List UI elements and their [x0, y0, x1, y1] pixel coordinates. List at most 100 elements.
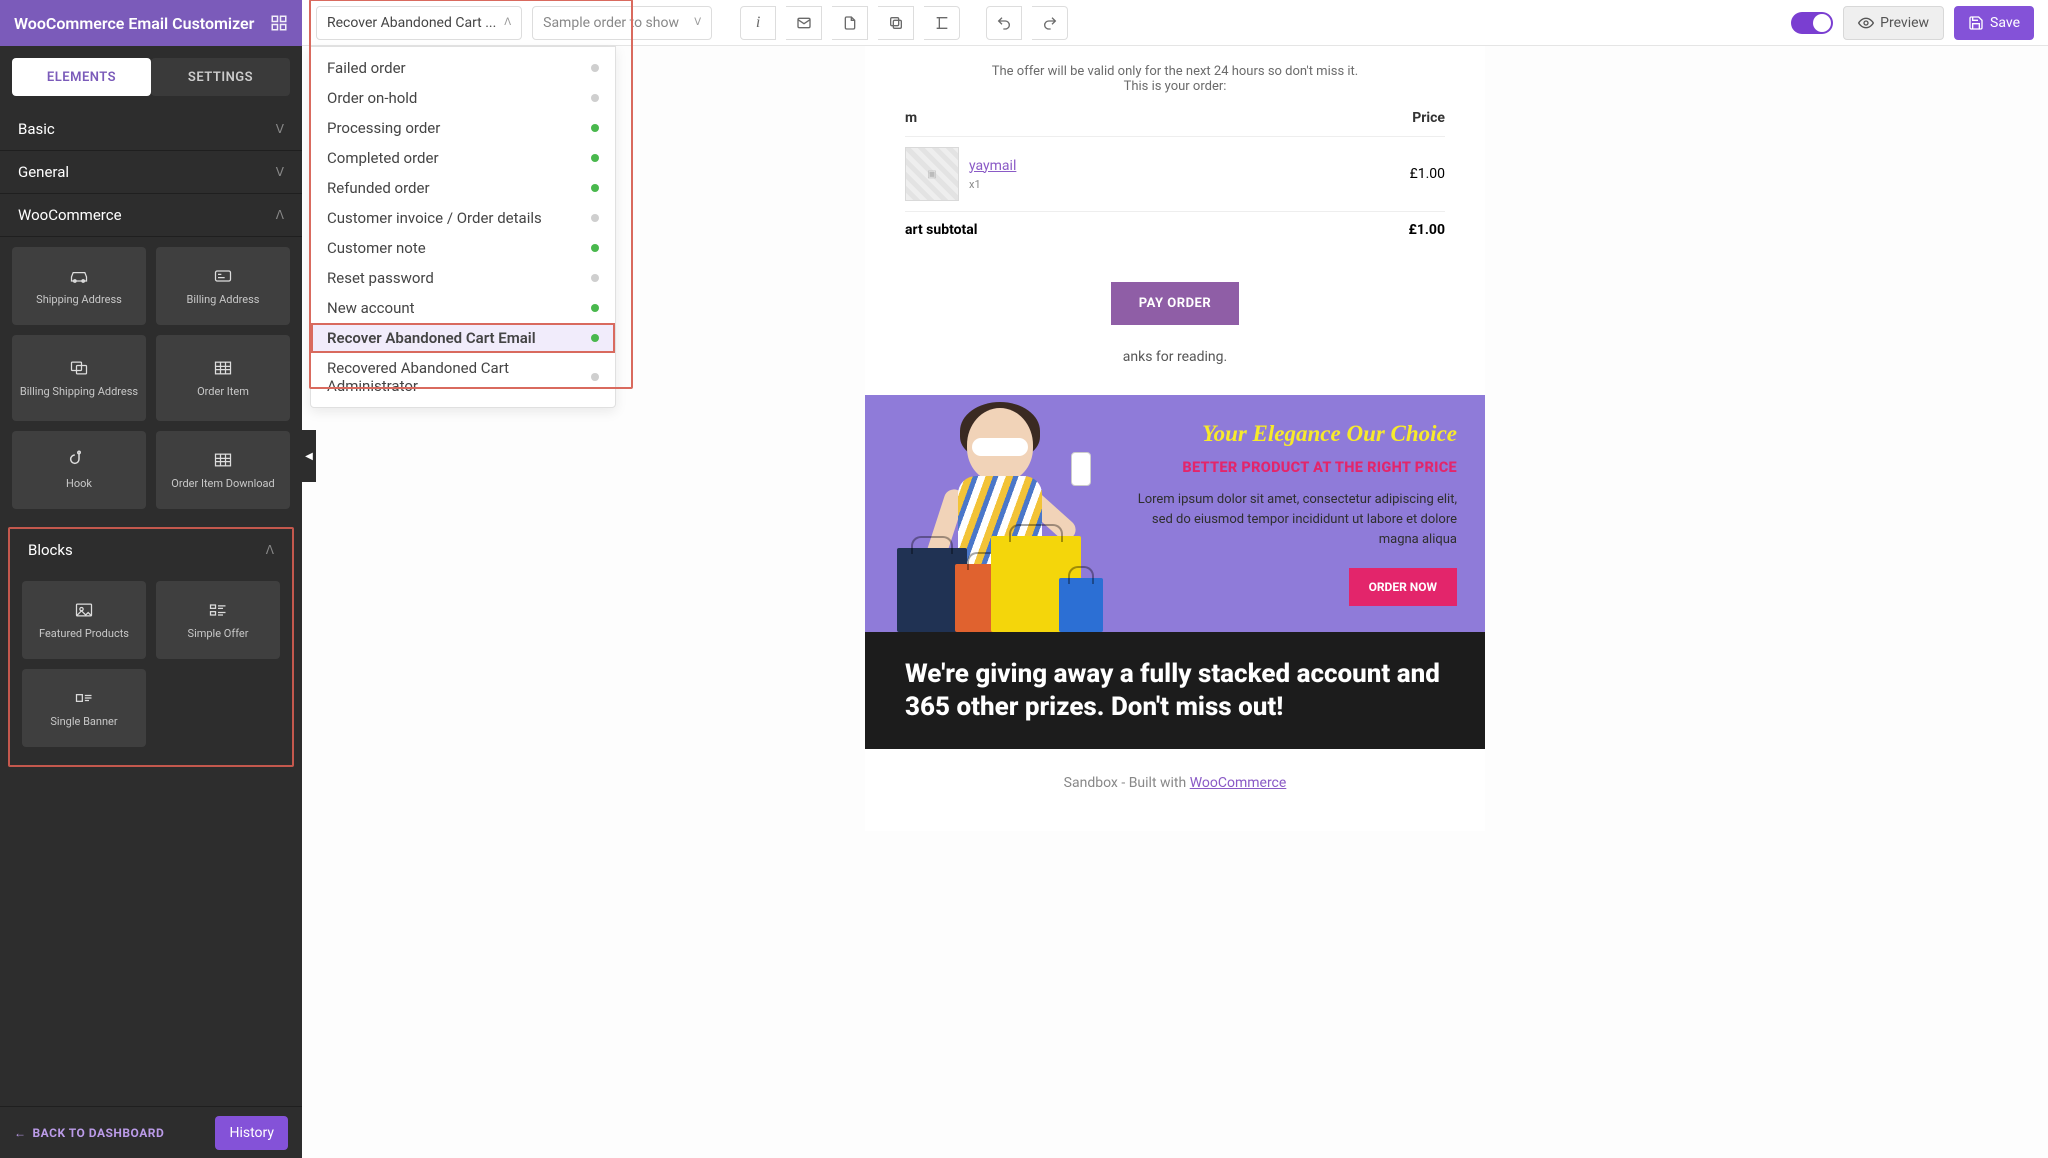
card-icon	[210, 265, 236, 287]
tile-featured-products[interactable]: Featured Products	[22, 581, 146, 659]
dropdown-item[interactable]: Order on-hold	[311, 83, 615, 113]
tile-single-banner[interactable]: Single Banner	[22, 669, 146, 747]
promo-banner: Your Elegance Our Choice BETTER PRODUCT …	[865, 395, 1485, 632]
product-qty: x1	[969, 178, 1016, 191]
info-button[interactable]: i	[740, 6, 776, 40]
top-toolbar: Recover Abandoned Cart ... ᐱ Sample orde…	[302, 0, 2048, 46]
tile-billing-address[interactable]: Billing Address	[156, 247, 290, 325]
accordion-basic-label: Basic	[18, 120, 55, 138]
image-icon	[71, 599, 97, 621]
subtotal-value: £1.00	[1409, 222, 1445, 238]
accordion-basic[interactable]: Basic ᐯ	[0, 108, 302, 151]
enable-toggle[interactable]	[1791, 12, 1833, 34]
blocks-section-highlight: Blocks ᐱ Featured Products Simple Offer …	[8, 527, 294, 767]
product-name-link[interactable]: yaymail	[969, 158, 1016, 174]
tile-hook[interactable]: Hook	[12, 431, 146, 509]
chevron-up-icon: ᐱ	[504, 17, 511, 28]
eye-icon	[1858, 15, 1874, 31]
order-now-button[interactable]: ORDER NOW	[1349, 568, 1457, 606]
tile-order-item[interactable]: Order Item	[156, 335, 290, 421]
status-dot	[591, 274, 599, 282]
dropdown-item[interactable]: Completed order	[311, 143, 615, 173]
grid-icon[interactable]	[270, 14, 288, 32]
order-table: m Price ▣ yaymail x1 £1.00 art subtotal …	[865, 100, 1485, 268]
table-icon	[210, 449, 236, 471]
accordion-woocommerce-label: WooCommerce	[18, 206, 122, 224]
template-dropdown-menu: Failed order Order on-hold Processing orde…	[310, 46, 616, 408]
preview-button[interactable]: Preview	[1843, 6, 1944, 40]
shopper-illustration	[875, 402, 1115, 632]
accordion-blocks[interactable]: Blocks ᐱ	[10, 529, 292, 571]
tile-label: Single Banner	[50, 715, 117, 729]
dropdown-item-label: Customer invoice / Order details	[327, 209, 542, 227]
tile-label: Featured Products	[39, 627, 129, 641]
panel-tabs: ELEMENTS SETTINGS	[0, 46, 302, 108]
send-test-email-button[interactable]	[786, 6, 822, 40]
order-table-head: m Price	[905, 110, 1445, 136]
dropdown-item[interactable]: New account	[311, 293, 615, 323]
dropdown-item[interactable]: Processing order	[311, 113, 615, 143]
banner-image	[865, 395, 1125, 632]
banner-text: Your Elegance Our Choice BETTER PRODUCT …	[1125, 395, 1485, 632]
subtotal-label: art subtotal	[905, 222, 977, 238]
dropdown-item-label: Order on-hold	[327, 89, 417, 107]
tile-simple-offer[interactable]: Simple Offer	[156, 581, 280, 659]
tile-shipping-address[interactable]: Shipping Address	[12, 247, 146, 325]
left-panel: ELEMENTS SETTINGS Basic ᐯ General ᐯ WooC…	[0, 46, 302, 1158]
dropdown-item[interactable]: Reset password	[311, 263, 615, 293]
dark-strip: We're giving away a fully stacked accoun…	[865, 632, 1485, 749]
table-icon	[210, 357, 236, 379]
redo-button[interactable]	[1032, 6, 1068, 40]
copy-button[interactable]	[878, 6, 914, 40]
sample-order-dropdown[interactable]: Sample order to show ᐯ	[532, 6, 712, 40]
dropdown-item[interactable]: Customer invoice / Order details	[311, 203, 615, 233]
col-price: Price	[1412, 110, 1445, 126]
chevron-left-icon: ◀	[305, 451, 313, 462]
status-dot	[591, 373, 599, 381]
page-button[interactable]	[832, 6, 868, 40]
accordion-general-label: General	[18, 163, 69, 181]
status-dot	[591, 334, 599, 342]
accordion-woocommerce[interactable]: WooCommerce ᐱ	[0, 194, 302, 237]
dropdown-item[interactable]: Recover Abandoned Cart Email	[311, 323, 615, 353]
collapse-sidebar-handle[interactable]: ◀	[302, 430, 316, 482]
panel-footer: ← BACK TO DASHBOARD History	[0, 1106, 302, 1158]
dropdown-item-label: Recover Abandoned Cart Email	[327, 329, 536, 347]
accordion-general[interactable]: General ᐯ	[0, 151, 302, 194]
woocommerce-link[interactable]: WooCommerce	[1190, 775, 1287, 791]
banner-icon	[71, 687, 97, 709]
undo-button[interactable]	[986, 6, 1022, 40]
dropdown-item[interactable]: Refunded order	[311, 173, 615, 203]
sample-order-label: Sample order to show	[543, 15, 679, 31]
dropdown-item-label: Processing order	[327, 119, 440, 137]
dropdown-item-label: New account	[327, 299, 415, 317]
save-label: Save	[1990, 15, 2020, 31]
hook-icon	[69, 449, 89, 471]
address-icon	[66, 357, 92, 379]
product-price: £1.00	[1410, 166, 1445, 182]
offer-line2: This is your order:	[905, 79, 1445, 94]
footer-credit: Sandbox - Built with WooCommerce	[865, 749, 1485, 831]
undo-icon	[996, 15, 1012, 31]
tab-settings[interactable]: SETTINGS	[151, 58, 290, 96]
dropdown-item[interactable]: Customer note	[311, 233, 615, 263]
tile-billing-shipping-address[interactable]: Billing Shipping Address	[12, 335, 146, 421]
email-preview: The offer will be valid only for the nex…	[865, 46, 1485, 831]
pay-order-button[interactable]: PAY ORDER	[1111, 282, 1239, 325]
import-button[interactable]	[924, 6, 960, 40]
tile-label: Billing Shipping Address	[20, 385, 138, 399]
back-to-dashboard-link[interactable]: ← BACK TO DASHBOARD	[14, 1126, 164, 1140]
tab-elements[interactable]: ELEMENTS	[12, 58, 151, 96]
history-button[interactable]: History	[215, 1116, 288, 1150]
tile-order-item-download[interactable]: Order Item Download	[156, 431, 290, 509]
back-label: BACK TO DASHBOARD	[33, 1126, 165, 1140]
banner-paragraph: Lorem ipsum dolor sit amet, consectetur …	[1135, 490, 1457, 550]
dropdown-item-label: Recovered Abandoned Cart Administrator	[327, 359, 591, 395]
save-button[interactable]: Save	[1954, 6, 2034, 40]
subtotal-row: art subtotal £1.00	[905, 211, 1445, 248]
dropdown-item[interactable]: Recovered Abandoned Cart Administrator	[311, 353, 615, 401]
template-dropdown[interactable]: Recover Abandoned Cart ... ᐱ	[316, 6, 522, 40]
dropdown-item[interactable]: Failed order	[311, 53, 615, 83]
pay-row: PAY ORDER	[865, 268, 1485, 349]
copy-icon	[888, 15, 904, 31]
